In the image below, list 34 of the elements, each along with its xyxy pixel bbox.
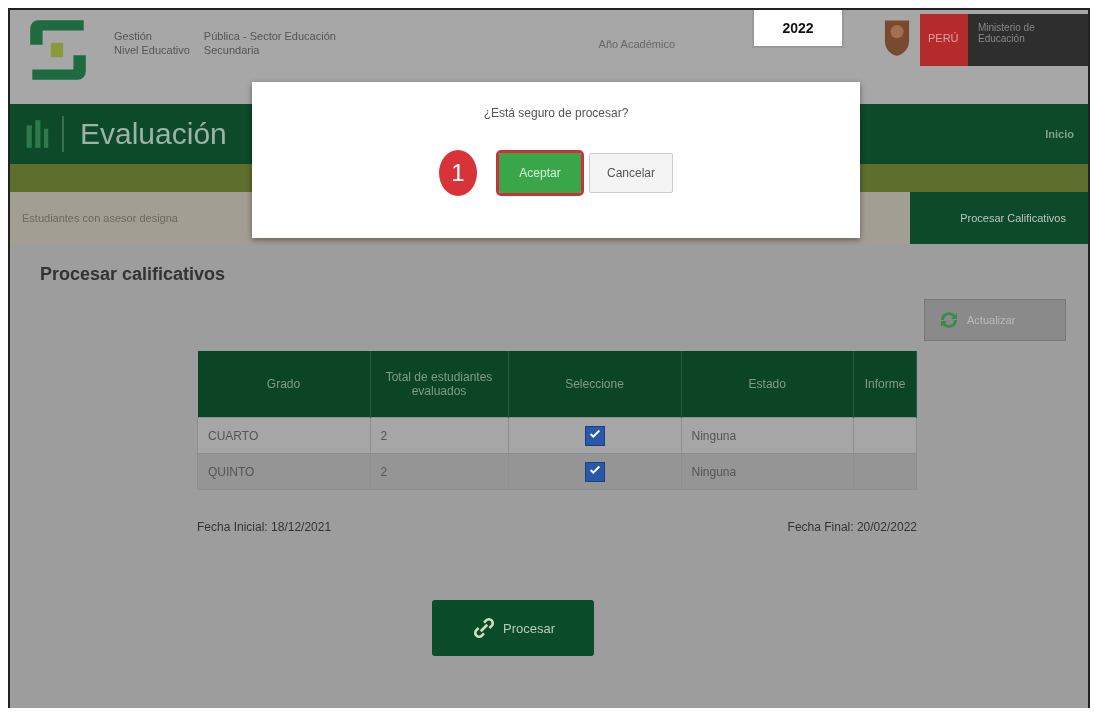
checkbox[interactable] [584, 425, 605, 446]
end-date: Fecha Final: 20/02/2022 [787, 520, 917, 534]
table-cell: 2 [370, 417, 508, 454]
column-header: Seleccione [508, 351, 681, 418]
ministry-label: Ministerio de Educación [968, 14, 1088, 66]
column-header: Estado [681, 351, 854, 418]
table-cell: 2 [370, 453, 508, 490]
column-header: Informe [853, 351, 917, 418]
cancel-button[interactable]: Cancelar [589, 153, 673, 193]
info-value: Pública - Sector Educación [203, 30, 336, 42]
dialog-message: ¿Está seguro de procesar? [483, 106, 629, 120]
app-title: Evaluación [80, 117, 227, 151]
table-cell: QUINTO [197, 453, 370, 490]
home-link[interactable]: Inicio [1045, 128, 1074, 140]
start-date: Fecha Inicial: 18/12/2021 [197, 520, 332, 534]
step-badge: 1 [439, 150, 477, 196]
table-cell: CUARTO [197, 417, 370, 454]
link-icon [471, 615, 497, 641]
checkbox[interactable] [584, 461, 605, 482]
year-label: Año Académico [598, 38, 675, 50]
country-label: PERÚ [920, 14, 968, 66]
table-cell: Ninguna [681, 417, 854, 454]
process-button[interactable]: Procesar [432, 600, 594, 656]
step-tab[interactable]: Procesar Calificativos [910, 192, 1088, 244]
column-header: Total de estudiantes evaluados [370, 351, 508, 418]
info-label: Gestión [114, 30, 153, 42]
info-label: Nivel Educativo [114, 44, 190, 56]
page-title: Procesar calificativos [40, 264, 227, 285]
step-tab[interactable]: Estudiantes con asesor designa [10, 212, 190, 224]
accept-button[interactable]: Aceptar [499, 153, 581, 193]
table-cell: Ninguna [681, 453, 854, 490]
info-value: Secundaria [203, 44, 261, 56]
column-header: Grado [197, 351, 370, 418]
year-value: 2022 [752, 10, 844, 48]
